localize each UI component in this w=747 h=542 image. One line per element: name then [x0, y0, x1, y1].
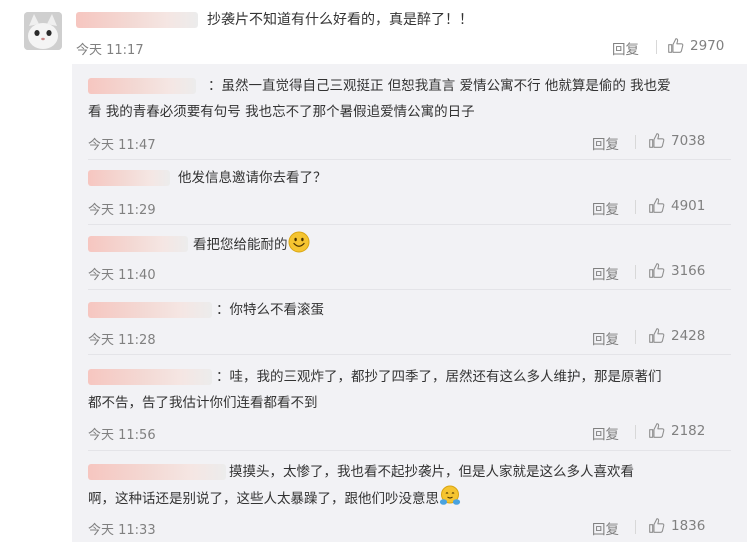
sub-comment-line1: ：虽然一直觉得自己三观挺正 但恕我直言 爱情公寓不行 他就算是偷的 我也爱: [208, 78, 671, 94]
reply-button[interactable]: 回复: [592, 198, 619, 218]
like-count: 4901: [671, 197, 706, 214]
sub-comment-time: 今天 11:40: [88, 268, 156, 283]
like-button[interactable]: 2182: [648, 422, 705, 439]
sub-comment-time: 今天 11:28: [88, 333, 156, 348]
divider: [656, 40, 657, 54]
sub-comment-time: 今天 11:47: [88, 138, 156, 153]
like-count: 1836: [671, 517, 706, 534]
divider: [635, 425, 636, 439]
reply-button[interactable]: 回复: [592, 423, 619, 443]
divider: [635, 135, 636, 149]
like-button[interactable]: 3166: [648, 262, 705, 279]
avatar[interactable]: [24, 12, 62, 50]
sub-comment-line2: 都不告，告了我估计你们连看都看不到: [88, 395, 318, 411]
thumbs-up-icon: [668, 38, 684, 53]
sub-comment-time: 今天 11:56: [88, 428, 156, 443]
main-reply-button[interactable]: 回复: [612, 38, 639, 58]
sub-comment-text: ：虽然一直觉得自己三观挺正 但恕我直言 爱情公寓不行 他就算是偷的 我也爱 看 …: [88, 73, 728, 125]
like-button[interactable]: 2428: [648, 327, 705, 344]
thumbs-up-icon: [649, 423, 665, 438]
like-count: 7038: [671, 132, 706, 149]
like-count: 3166: [671, 262, 706, 279]
main-comment-time: 今天 11:17: [76, 43, 144, 58]
sub-comment-text: 看把您给能耐的: [88, 231, 728, 258]
reply-button[interactable]: 回复: [592, 518, 619, 538]
divider: [88, 224, 731, 225]
thumbs-up-icon: [649, 518, 665, 533]
like-count: 2182: [671, 422, 706, 439]
sub-comment-line1: 看把您给能耐的: [193, 237, 288, 253]
sub-comment-line2: 看 我的青春必须要有句号 我也忘不了那个暑假追爱情公寓的日子: [88, 104, 475, 120]
sub-comment-line2: 啊，这种话还是别说了，这些人太暴躁了，跟他们吵没意思: [88, 491, 439, 507]
thumbs-up-icon: [649, 263, 665, 278]
divider: [635, 330, 636, 344]
divider: [635, 265, 636, 279]
main-comment-text: 抄袭片不知道有什么好看的，真是醉了！！: [207, 12, 473, 28]
like-button[interactable]: 1836: [648, 517, 705, 534]
avatar-cat-image: [24, 12, 62, 50]
reply-button[interactable]: 回复: [592, 263, 619, 283]
smile-emoji: [288, 231, 309, 253]
sub-comment-text: 他发信息邀请你去看了？: [88, 165, 728, 191]
divider: [88, 289, 731, 290]
thumbs-up-icon: [649, 133, 665, 148]
divider: [635, 520, 636, 534]
main-like-count: 2970: [690, 37, 725, 54]
divider: [635, 200, 636, 214]
sub-comment-line1: 他发信息邀请你去看了？: [178, 170, 327, 186]
hug-emoji: [439, 485, 461, 505]
like-button[interactable]: 7038: [648, 132, 705, 149]
sub-comment-text: ：你特么不看滚蛋: [88, 297, 728, 323]
thumbs-up-icon: [649, 328, 665, 343]
divider: [88, 159, 731, 160]
sub-comments-panel: ：虽然一直觉得自己三观挺正 但恕我直言 爱情公寓不行 他就算是偷的 我也爱 看 …: [72, 64, 747, 542]
thumbs-up-icon: [649, 198, 665, 213]
reply-button[interactable]: 回复: [592, 328, 619, 348]
reply-button[interactable]: 回复: [592, 133, 619, 153]
sub-comment-text: 摸摸头，太惨了，我也看不起抄袭片，但是人家就是这么多人喜欢看 啊，这种话还是别说…: [88, 459, 728, 512]
sub-comment-text: ：哇，我的三观炸了，都抄了四季了，居然还有这么多人维护，那是原著们 都不告，告了…: [88, 364, 728, 416]
sub-comment-time: 今天 11:29: [88, 203, 156, 218]
divider: [88, 450, 731, 451]
main-like-button[interactable]: 2970: [667, 37, 724, 54]
sub-comment-line1: 摸摸头，太惨了，我也看不起抄袭片，但是人家就是这么多人喜欢看: [229, 464, 634, 480]
like-button[interactable]: 4901: [648, 197, 705, 214]
sub-comment-time: 今天 11:33: [88, 523, 156, 538]
divider: [88, 354, 731, 355]
username-blurred[interactable]: [76, 12, 198, 28]
sub-comment-line1: ：哇，我的三观炸了，都抄了四季了，居然还有这么多人维护，那是原著们: [216, 369, 662, 385]
like-count: 2428: [671, 327, 706, 344]
sub-comment-line1: ：你特么不看滚蛋: [216, 302, 324, 318]
